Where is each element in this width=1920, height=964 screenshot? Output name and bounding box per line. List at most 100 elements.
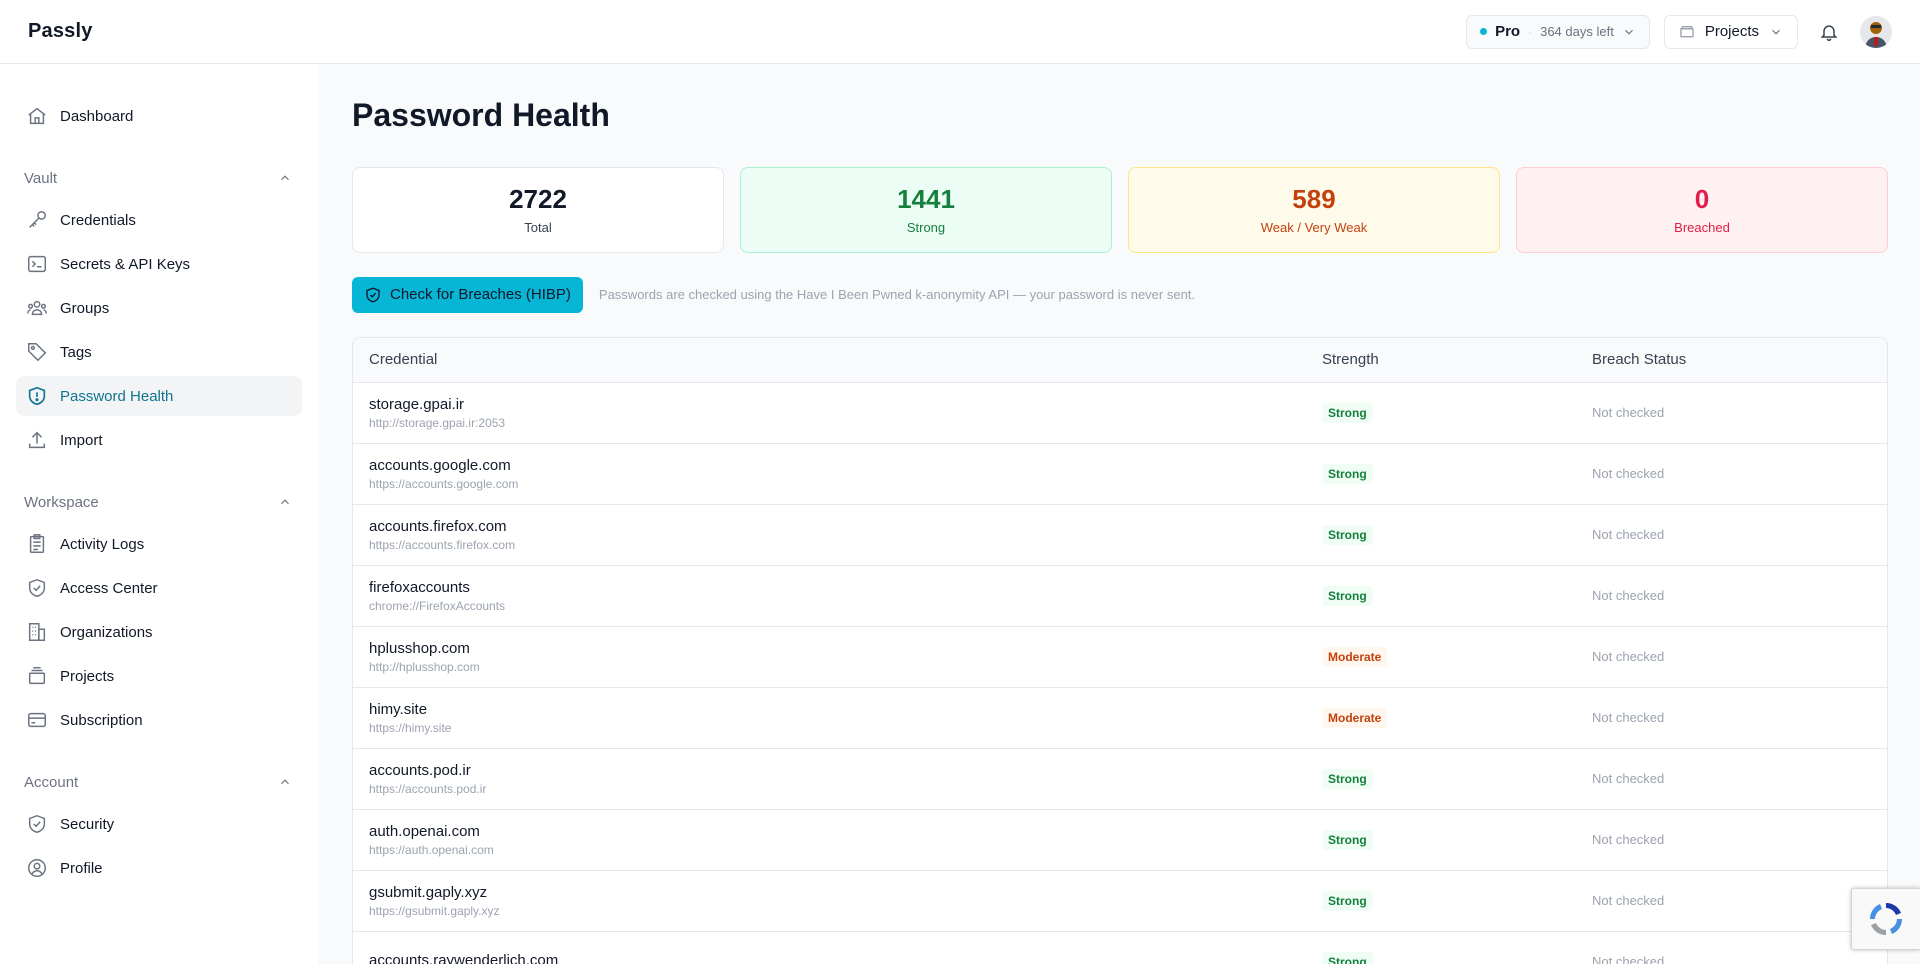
folder-icon [1680,25,1694,37]
credential-url: https://accounts.google.com [369,476,519,491]
home-icon [28,107,46,125]
credential-name[interactable]: auth.openai.com [369,823,1322,840]
strength-badge: Strong [1322,524,1373,545]
stat-label: Weak / Very Weak [1260,219,1368,235]
check-breaches-button[interactable]: Check for Breaches (HIBP) [352,276,583,313]
header-credential[interactable]: Credential [353,351,1322,368]
table-row[interactable]: accounts.pod.ir https://accounts.pod.ir St… [353,749,1887,810]
plan-name: Pro [1495,23,1521,40]
header-strength[interactable]: Strength [1322,351,1592,368]
recaptcha-badge[interactable] [1851,888,1920,950]
credential-name[interactable]: accounts.pod.ir [369,762,1322,779]
sidebar: Dashboard Vault Credentials Secrets & AP… [0,64,318,964]
credential-cell: gsubmit.gaply.xyz https://gsubmit.gaply.x… [353,884,1322,918]
top-bar: Passly Pro · 364 days left Projects [0,0,1920,64]
credential-name[interactable]: gsubmit.gaply.xyz [369,884,1322,901]
strength-cell: Strong [1322,524,1592,545]
breach-cell: Not checked [1592,831,1887,849]
sidebar-item-label: Activity Logs [60,535,145,553]
credential-name[interactable]: accounts.raywenderlich.com [369,952,1322,964]
table-row[interactable]: gsubmit.gaply.xyz https://gsubmit.gaply.x… [353,871,1887,932]
brand-logo[interactable]: Passly [28,20,93,43]
building-icon [28,623,46,641]
table-row[interactable]: accounts.google.com https://accounts.goog… [353,444,1887,505]
sidebar-item-tags[interactable]: Tags [16,332,302,372]
table-row[interactable]: himy.site https://himy.site Moderate Not ch… [353,688,1887,749]
plan-selector[interactable]: Pro · 364 days left [1466,14,1650,49]
sidebar-item-dashboard[interactable]: Dashboard [16,96,302,136]
breach-cell: Not checked [1592,953,1887,964]
sidebar-item-organizations[interactable]: Organizations [16,612,302,652]
credential-name[interactable]: himy.site [369,701,1322,718]
table-body: storage.gpai.ir http://storage.gpai.ir:20… [353,383,1887,964]
breach-status: Not checked [1592,831,1665,847]
bell-icon [1820,24,1838,41]
credential-url: http://hplusshop.com [369,659,480,674]
sidebar-item-secrets[interactable]: Secrets & API Keys [16,244,302,284]
sidebar-item-projects[interactable]: Projects [16,656,302,696]
avatar[interactable] [1860,15,1892,48]
sidebar-item-groups[interactable]: Groups [16,288,302,328]
sidebar-item-label: Import [60,431,103,449]
sidebar-item-label: Security [60,815,115,833]
sidebar-item-subscription[interactable]: Subscription [16,700,302,740]
strength-cell: Moderate [1322,707,1592,728]
table-row[interactable]: firefoxaccounts chrome://FirefoxAccounts S… [353,566,1887,627]
credential-cell: accounts.google.com https://accounts.goog… [353,457,1322,491]
breach-cell: Not checked [1592,587,1887,605]
credential-name[interactable]: accounts.google.com [369,457,1322,474]
table-row[interactable]: auth.openai.com https://auth.openai.com St… [353,810,1887,871]
sidebar-item-security[interactable]: Security [16,804,302,844]
table-row[interactable]: accounts.raywenderlich.com Strong Not chec… [353,932,1887,964]
credential-cell: accounts.raywenderlich.com [353,952,1322,964]
sidebar-item-credentials[interactable]: Credentials [16,200,302,240]
credential-url: https://himy.site [369,720,452,735]
credential-url: chrome://FirefoxAccounts [369,598,506,613]
section-title: Vault [24,169,58,187]
tag-icon [28,343,47,362]
strength-badge: Strong [1322,951,1373,964]
header-breach-status[interactable]: Breach Status [1592,351,1887,368]
strength-cell: Strong [1322,890,1592,911]
table-row[interactable]: hplusshop.com http://hplusshop.com Moderat… [353,627,1887,688]
credential-url: http://storage.gpai.ir:2053 [369,415,506,430]
upload-icon [28,431,46,449]
table-row[interactable]: storage.gpai.ir http://storage.gpai.ir:20… [353,383,1887,444]
strength-badge: Strong [1322,768,1373,789]
sidebar-item-label: Projects [60,667,115,685]
credential-cell: firefoxaccounts chrome://FirefoxAccounts [353,579,1322,613]
sidebar-item-label: Profile [60,859,103,877]
stat-value: 0 [1694,184,1710,214]
breach-cell: Not checked [1592,648,1887,666]
credential-url: https://auth.openai.com [369,842,494,857]
table-header: Credential Strength Breach Status [353,337,1887,383]
credentials-table: Credential Strength Breach Status storag… [352,336,1888,964]
strength-cell: Moderate [1322,646,1592,667]
breach-status: Not checked [1592,892,1665,908]
notifications-button[interactable] [1812,15,1846,49]
strength-cell: Strong [1322,585,1592,606]
main-content: Password Health 2722 Total 1441 Strong 5… [352,64,1888,964]
sidebar-item-label: Groups [60,299,110,317]
sidebar-item-profile[interactable]: Profile [16,848,302,888]
breach-cell: Not checked [1592,709,1887,727]
plan-status-dot [1480,28,1488,35]
projects-dropdown[interactable]: Projects [1663,14,1798,49]
credential-name[interactable]: firefoxaccounts [369,579,1322,596]
credential-name[interactable]: storage.gpai.ir [369,396,1322,413]
sidebar-section-account[interactable]: Account [16,764,302,800]
sidebar-item-label: Subscription [60,711,143,729]
sidebar-item-import[interactable]: Import [16,420,302,460]
sidebar-item-access-center[interactable]: Access Center [16,568,302,608]
sidebar-item-activity-logs[interactable]: Activity Logs [16,524,302,564]
credential-name[interactable]: accounts.firefox.com [369,518,1322,535]
stat-value: 1441 [897,184,955,214]
user-circle-icon [28,859,46,877]
sidebar-section-vault[interactable]: Vault [16,160,302,196]
stat-label: Strong [906,219,946,235]
sidebar-item-password-health[interactable]: Password Health [16,376,302,416]
chevron-up-icon [281,499,289,505]
credential-name[interactable]: hplusshop.com [369,640,1322,657]
sidebar-section-workspace[interactable]: Workspace [16,484,302,520]
table-row[interactable]: accounts.firefox.com https://accounts.fir… [353,505,1887,566]
